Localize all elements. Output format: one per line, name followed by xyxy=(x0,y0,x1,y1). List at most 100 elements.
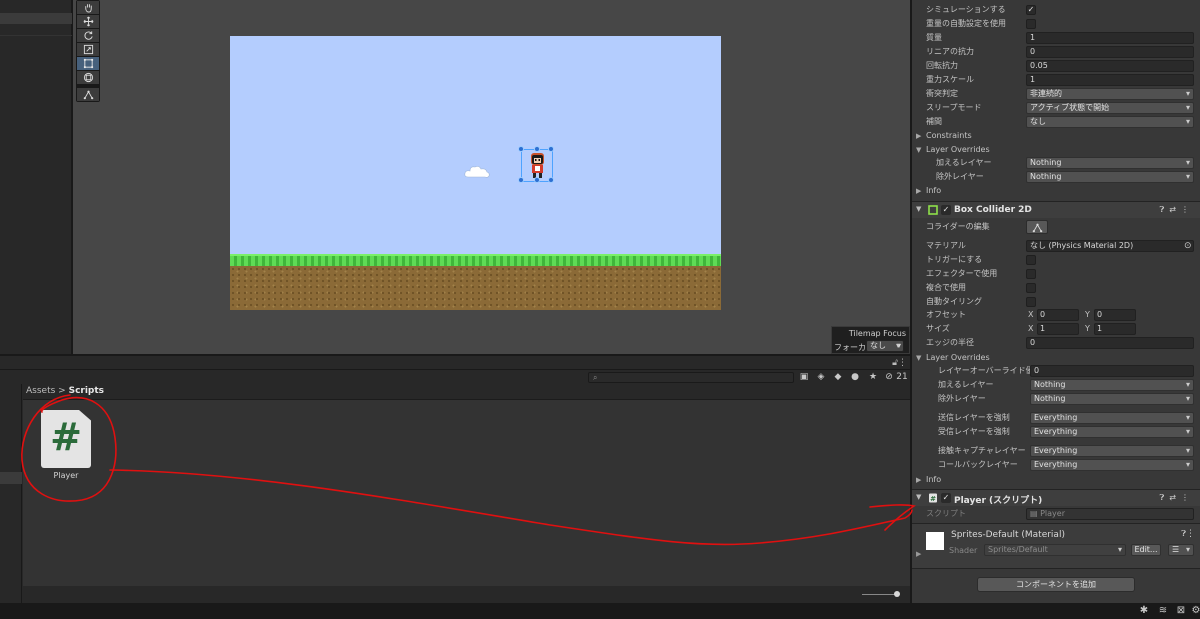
player-script-header[interactable]: ▼ # ✓ Player (スクリプト) ❓︎⇄⋮ xyxy=(912,489,1200,506)
linear-drag-label: リニアの抗力 xyxy=(926,47,974,56)
scale-tool-icon[interactable] xyxy=(77,43,99,56)
used-by-effector-checkbox[interactable] xyxy=(1026,269,1036,279)
force-send-layers-dropdown[interactable]: Everything xyxy=(1030,412,1194,424)
layer-override-priority-field[interactable]: 0 xyxy=(1030,365,1194,377)
shader-list-dropdown[interactable]: ☰ xyxy=(1168,544,1194,556)
icon-size-slider-track[interactable] xyxy=(862,594,896,595)
search-input[interactable]: ⌕ xyxy=(588,372,794,383)
rotate-tool-icon[interactable] xyxy=(77,29,99,42)
hierarchy-selected-row[interactable] xyxy=(0,13,72,24)
tilemap-focus-title: Tilemap Focus xyxy=(848,329,906,338)
use-auto-mass-checkbox[interactable] xyxy=(1026,19,1036,29)
layers-icon[interactable]: ≋ xyxy=(1157,605,1169,617)
scene-view[interactable]: Tilemap Focus フォーカス なし ▾ xyxy=(73,0,910,354)
player-script-enabled-checkbox[interactable]: ✓ xyxy=(941,493,951,503)
script-object-field: ▤ Player xyxy=(1026,508,1194,520)
auto-tiling-checkbox[interactable] xyxy=(1026,297,1036,307)
object-picker-icon[interactable]: ⊙ xyxy=(1184,239,1192,253)
asset-item-player[interactable]: # Player xyxy=(41,410,91,486)
linear-drag-field[interactable]: 0 xyxy=(1026,46,1194,58)
resize-handle[interactable] xyxy=(518,177,524,183)
offset-x-field[interactable]: 0 xyxy=(1037,309,1079,321)
use-auto-mass-label: 重量の自動設定を使用 xyxy=(926,19,1006,28)
material-title: Sprites-Default (Material) xyxy=(951,530,1065,540)
exclude-layers-dropdown[interactable]: Nothing xyxy=(1026,171,1194,183)
icon-size-slider-handle[interactable] xyxy=(894,591,900,597)
collider-exclude-layers-dropdown[interactable]: Nothing xyxy=(1030,393,1194,405)
more-options-icon[interactable]: ⋮ xyxy=(1181,493,1194,502)
collider-include-layers-dropdown[interactable]: Nothing xyxy=(1030,379,1194,391)
add-component-button[interactable]: コンポーネントを追加 xyxy=(977,577,1135,592)
help-icon[interactable]: ❓︎ xyxy=(1159,493,1169,502)
resize-handle[interactable] xyxy=(548,146,554,152)
collider-info-label: Info xyxy=(926,475,942,484)
size-y-field[interactable]: 1 xyxy=(1094,323,1136,335)
size-x-field[interactable]: 1 xyxy=(1037,323,1079,335)
simulated-checkbox[interactable]: ✓ xyxy=(1026,5,1036,15)
breadcrumb-assets[interactable]: Assets xyxy=(26,386,55,396)
constraints-foldout[interactable]: ▶ Constraints xyxy=(912,129,1200,143)
interpolate-dropdown[interactable]: なし xyxy=(1026,116,1194,128)
more-options-icon[interactable]: ⋮ xyxy=(1181,205,1194,214)
contact-capture-layers-dropdown[interactable]: Everything xyxy=(1030,445,1194,457)
resize-handle[interactable] xyxy=(534,177,540,183)
hidden-packages-icon[interactable]: ⊘ xyxy=(883,371,895,383)
custom-editor-tool-icon[interactable] xyxy=(77,88,99,101)
resize-handle[interactable] xyxy=(534,146,540,152)
box-collider-enabled-checkbox[interactable]: ✓ xyxy=(941,205,951,215)
transform-tool-icon[interactable] xyxy=(77,71,99,84)
edit-collider-label: コライダーの編集 xyxy=(926,222,990,231)
shader-dropdown[interactable]: Sprites/Default xyxy=(984,544,1126,556)
move-tool-icon[interactable] xyxy=(77,15,99,28)
edit-collider-button[interactable] xyxy=(1026,220,1048,234)
material-foldout-icon[interactable]: ▶ xyxy=(916,550,921,558)
sleep-mode-dropdown[interactable]: アクティブ状態で開始 xyxy=(1026,102,1194,114)
help-icon[interactable]: ❓︎ xyxy=(1159,205,1169,214)
angular-drag-field[interactable]: 0.05 xyxy=(1026,60,1194,72)
tilemap-focus-dropdown[interactable]: なし ▾ xyxy=(866,340,904,352)
material-more-icon[interactable]: ⋮ xyxy=(1186,529,1195,539)
more-options-icon[interactable]: ⋮ xyxy=(898,358,907,368)
used-by-composite-checkbox[interactable] xyxy=(1026,283,1036,293)
cache-server-icon[interactable]: ⊠ xyxy=(1175,605,1187,617)
collider-layer-overrides-foldout[interactable]: ▼ Layer Overrides xyxy=(912,351,1200,365)
edge-radius-field[interactable]: 0 xyxy=(1026,337,1194,349)
resize-handle[interactable] xyxy=(548,177,554,183)
box-collider-2d-header[interactable]: ▼ ✓ Box Collider 2D ❓︎⇄⋮ xyxy=(912,201,1200,218)
info-foldout[interactable]: ▶ Info xyxy=(912,184,1200,198)
mass-field[interactable]: 1 xyxy=(1026,32,1194,44)
collider-exclude-layers-label: 除外レイヤー xyxy=(938,394,986,403)
collision-detection-dropdown[interactable]: 非連続的 xyxy=(1026,88,1194,100)
filter-by-label-icon[interactable]: ◆ xyxy=(832,371,844,383)
box-collider-title: Box Collider 2D xyxy=(954,205,1032,215)
folder-tree-selected-row[interactable] xyxy=(0,472,22,484)
debug-bug-icon[interactable]: ✱ xyxy=(1138,605,1150,617)
settings-gear-icon[interactable]: ⚙ xyxy=(1190,605,1200,617)
breadcrumb-scripts[interactable]: Scripts xyxy=(69,386,104,396)
is-trigger-checkbox[interactable] xyxy=(1026,255,1036,265)
player-sprite-selection[interactable] xyxy=(518,146,554,183)
gravity-scale-field[interactable]: 1 xyxy=(1026,74,1194,86)
cloud-sprite[interactable] xyxy=(464,164,490,180)
include-layers-dropdown[interactable]: Nothing xyxy=(1026,157,1194,169)
rect-tool-icon[interactable] xyxy=(77,57,99,70)
shader-edit-button[interactable]: Edit... xyxy=(1131,544,1161,556)
presets-icon[interactable]: ⇄ xyxy=(1169,205,1181,214)
force-receive-layers-dropdown[interactable]: Everything xyxy=(1030,426,1194,438)
game-camera-view[interactable] xyxy=(230,36,721,310)
offset-y-field[interactable]: 0 xyxy=(1094,309,1136,321)
hand-tool-icon[interactable] xyxy=(77,1,99,14)
callback-layers-dropdown[interactable]: Everything xyxy=(1030,459,1194,471)
foldout-down-icon: ▼ xyxy=(916,493,922,501)
used-by-composite-label: 複合で使用 xyxy=(926,283,966,292)
log-icon[interactable]: ● xyxy=(849,371,861,383)
material-object-field[interactable]: なし (Physics Material 2D) xyxy=(1026,240,1194,252)
auto-tiling-label: 自動タイリング xyxy=(926,297,982,306)
resize-handle[interactable] xyxy=(518,146,524,152)
filter-by-type-icon[interactable]: ◈ xyxy=(815,371,827,383)
collider-info-foldout[interactable]: ▶ Info xyxy=(912,473,1200,487)
search-by-type-icon[interactable]: ▣ xyxy=(798,371,810,383)
presets-icon[interactable]: ⇄ xyxy=(1169,493,1181,502)
layer-overrides-foldout[interactable]: ▼ Layer Overrides xyxy=(912,143,1200,157)
favorite-star-icon[interactable]: ★ xyxy=(867,371,879,383)
